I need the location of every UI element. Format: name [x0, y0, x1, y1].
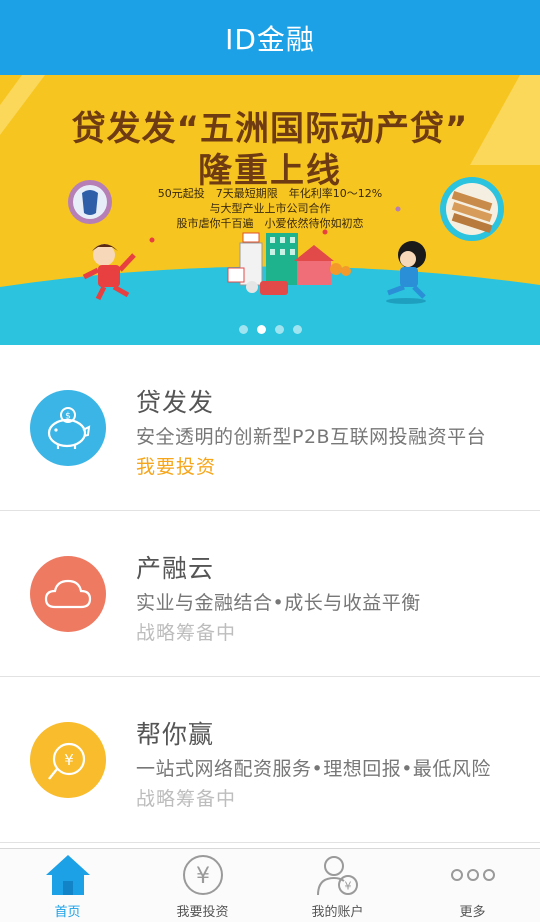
bank-building — [297, 261, 331, 285]
right-character-body — [400, 267, 418, 287]
carousel-indicator — [0, 325, 540, 334]
tab-invest[interactable]: ¥ 我要投资 — [135, 849, 270, 922]
right-character-shadow — [386, 298, 426, 304]
product-description: 实业与金融结合•成长与收益平衡 — [136, 592, 421, 614]
right-character-face — [400, 251, 416, 267]
sparkle-dot — [149, 237, 155, 243]
svg-text:¥: ¥ — [64, 751, 74, 769]
svg-text:¥: ¥ — [196, 864, 210, 889]
tower-window — [280, 237, 285, 243]
tab-more[interactable]: 更多 — [405, 849, 540, 922]
user-account-icon: ¥ — [314, 853, 362, 897]
product-item-chanrongyun[interactable]: 产融云 实业与金融结合•成长与收益平衡 战略筹备中 — [0, 511, 540, 677]
tower-window — [270, 237, 275, 243]
more-dots-icon — [449, 853, 497, 897]
product-description: 一站式网络配资服务•理想回报•最低风险 — [136, 758, 491, 780]
product-title: 产融云 — [136, 554, 215, 583]
tree-top — [330, 263, 342, 275]
banner-detail-2: 与大型产业上市公司合作 — [209, 202, 331, 215]
product-title: 贷发发 — [136, 388, 215, 417]
left-character-body — [98, 265, 120, 287]
piggy-bank-icon: $ — [30, 390, 106, 466]
carousel-dot[interactable] — [238, 325, 248, 334]
smoke-puff — [246, 281, 258, 293]
cloud-icon — [30, 556, 106, 632]
product-item-bangniying[interactable]: ¥ 帮你赢 一站式网络配资服务•理想回报•最低风险 战略筹备中 — [0, 677, 540, 843]
tab-label: 更多 — [459, 905, 486, 920]
bank-roof — [294, 245, 334, 261]
banner-detail-1: 50元起投 7天最短期限 年化利率10～12% — [157, 187, 383, 200]
product-description: 安全透明的创新型P2B互联网投融资平台 — [136, 426, 487, 448]
carousel-dot[interactable] — [274, 325, 284, 334]
svg-text:$: $ — [65, 412, 71, 422]
home-icon — [44, 853, 92, 897]
yuan-coin-icon: ¥ — [30, 722, 106, 798]
product-list: $ 贷发发 安全透明的创新型P2B互联网投融资平台 我要投资 产融云 实业与金融… — [0, 345, 540, 843]
carousel-dot-active[interactable] — [256, 325, 266, 334]
tab-account[interactable]: ¥ 我的账户 — [270, 849, 405, 922]
banner-detail-3: 股市虐你千百遍 小爱依然待你如初恋 — [176, 217, 364, 230]
small-house — [227, 267, 245, 283]
status-label: 战略筹备中 — [136, 788, 237, 810]
tower-window — [290, 249, 295, 255]
ktv-sign — [242, 232, 260, 243]
tab-label: 我要投资 — [176, 905, 229, 920]
left-character-arm — [118, 253, 136, 272]
promo-banner[interactable]: 贷发发“五洲国际动产贷” 隆重上线 50元起投 7天最短期限 年化利率10～12… — [0, 75, 540, 345]
product-title: 帮你赢 — [136, 720, 215, 749]
app-title: ID金融 — [225, 22, 315, 56]
tab-label: 首页 — [54, 905, 81, 920]
product-item-daifafa[interactable]: $ 贷发发 安全透明的创新型P2B互联网投融资平台 我要投资 — [0, 345, 540, 511]
bottom-tab-bar: 首页 ¥ 我要投资 ¥ 我的账户 更多 — [0, 848, 540, 922]
tree-top — [341, 266, 351, 276]
red-bus — [260, 281, 288, 295]
app-header: ID金融 — [0, 0, 540, 75]
status-label: 战略筹备中 — [136, 622, 237, 644]
tower-window — [270, 249, 275, 255]
tower-window — [280, 249, 285, 255]
tab-label: 我的账户 — [311, 905, 364, 920]
tab-home[interactable]: 首页 — [0, 849, 135, 922]
svg-text:¥: ¥ — [344, 880, 351, 893]
tower-window — [290, 237, 295, 243]
invest-link[interactable]: 我要投资 — [136, 452, 216, 479]
yuan-circle-icon: ¥ — [179, 853, 227, 897]
carousel-dot[interactable] — [292, 325, 302, 334]
